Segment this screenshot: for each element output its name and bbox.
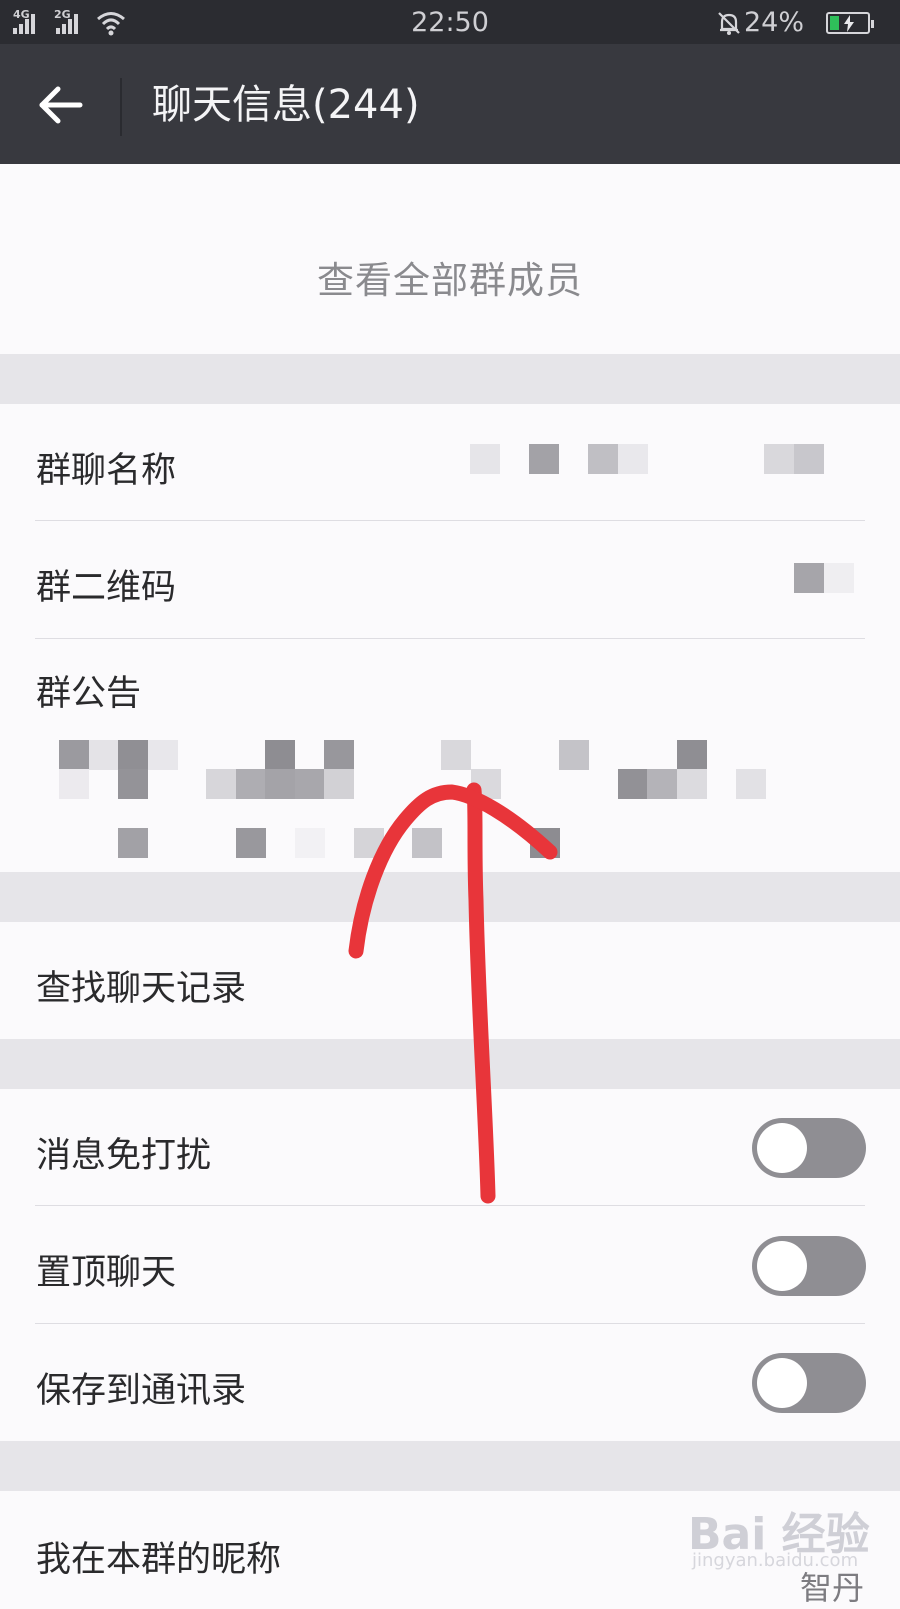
save-to-contacts-toggle[interactable] <box>752 1353 866 1413</box>
section-gap <box>0 872 900 922</box>
title-bar: 聊天信息(244) <box>0 44 900 164</box>
save-to-contacts-label: 保存到通讯录 <box>36 1371 247 1411</box>
group-notice-row[interactable]: 群公告 <box>0 639 900 872</box>
section-gap <box>0 1039 900 1089</box>
battery-percent: 24% <box>743 7 804 38</box>
group-name-row[interactable]: 群聊名称 <box>0 404 900 521</box>
group-qr-row[interactable]: 群二维码 <box>0 521 900 639</box>
mute-notifications-toggle[interactable] <box>752 1118 866 1178</box>
group-info-section: 群聊名称 群二维码 群公告 <box>0 404 900 872</box>
group-name-label: 群聊名称 <box>36 451 177 491</box>
toggle-knob <box>757 1123 807 1173</box>
search-chat-history-row[interactable]: 查找聊天记录 <box>0 922 900 1039</box>
status-bar: 4G 2G 22:50 24% <box>0 0 900 44</box>
pin-chat-row: 置顶聊天 <box>0 1206 900 1324</box>
arrow-left-icon[interactable] <box>36 80 86 130</box>
my-group-nickname-label: 我在本群的昵称 <box>36 1540 282 1580</box>
pin-chat-toggle[interactable] <box>752 1236 866 1296</box>
page-title: 聊天信息(244) <box>152 82 420 128</box>
group-notice-label: 群公告 <box>36 674 142 714</box>
settings-section: 消息免打扰 置顶聊天 保存到通讯录 <box>0 1089 900 1441</box>
section-gap <box>0 354 900 404</box>
bell-muted-icon <box>718 12 740 35</box>
toolbar-divider <box>120 78 122 136</box>
mute-notifications-label: 消息免打扰 <box>36 1136 212 1176</box>
mute-notifications-row: 消息免打扰 <box>0 1089 900 1206</box>
pin-chat-label: 置顶聊天 <box>36 1253 177 1293</box>
toggle-knob <box>757 1241 807 1291</box>
watermark-url: jingyan.baidu.com <box>692 1550 859 1571</box>
save-to-contacts-row: 保存到通讯录 <box>0 1324 900 1441</box>
section-gap <box>0 1441 900 1491</box>
group-qr-label: 群二维码 <box>36 568 177 608</box>
toggle-knob <box>757 1358 807 1408</box>
view-all-members-button[interactable]: 查看全部群成员 <box>0 250 900 304</box>
battery-charging-icon <box>826 12 874 34</box>
search-chat-history-label: 查找聊天记录 <box>36 969 247 1009</box>
